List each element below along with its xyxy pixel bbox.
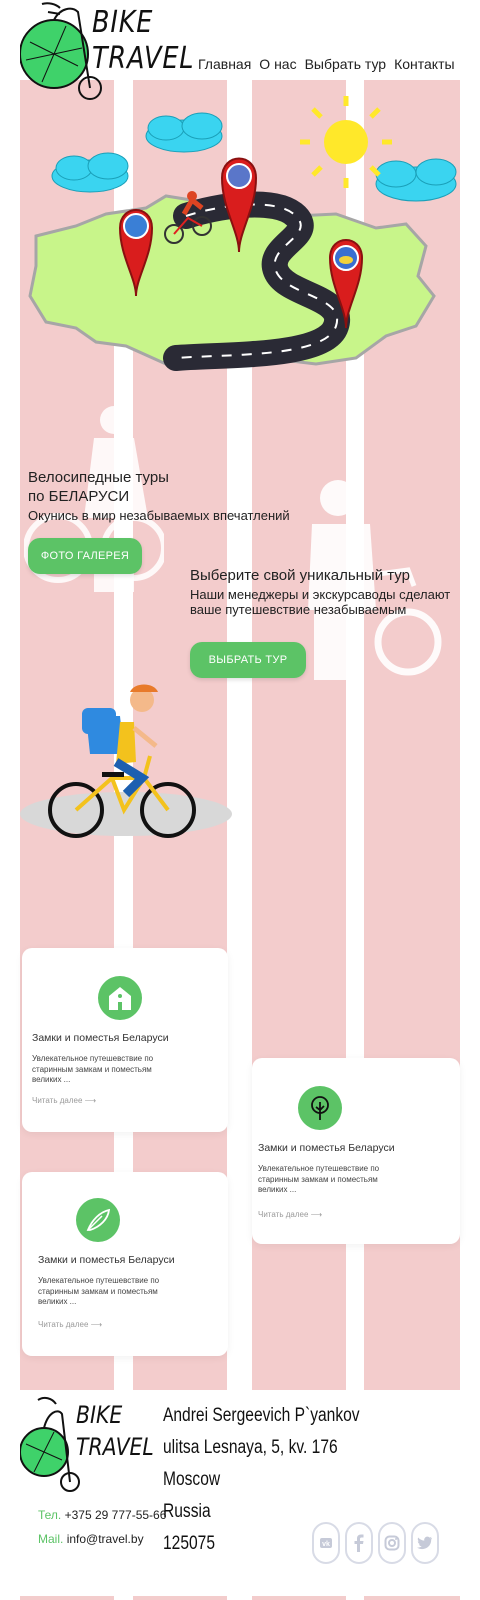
brand-line-2: TRAVEL bbox=[76, 1433, 154, 1461]
card-title: Замки и поместья Беларуси bbox=[38, 1254, 175, 1266]
tour-title: Выберите свой уникальный тур bbox=[190, 567, 410, 584]
tree-icon bbox=[298, 1086, 342, 1130]
header: BIKE TRAVEL Главная О нас Выбрать тур Ко… bbox=[0, 0, 480, 100]
footer-brand-name: BIKE TRAVEL bbox=[76, 1402, 154, 1460]
brand-line-1: BIKE bbox=[76, 1401, 123, 1429]
instagram-icon[interactable] bbox=[378, 1522, 406, 1564]
sun-icon bbox=[300, 96, 392, 188]
cloud-icon bbox=[375, 158, 457, 202]
card-text: Увлекательное путешевствие по старинным … bbox=[38, 1276, 160, 1306]
bottom-stripes bbox=[0, 1596, 480, 1600]
hero-intro: Велосипедные туры по БЕЛАРУСИ Окунись в … bbox=[28, 468, 318, 523]
read-more-link[interactable]: Читать далее ⟶ bbox=[32, 1096, 96, 1105]
phone-label: Тел. bbox=[38, 1508, 62, 1522]
feather-icon bbox=[76, 1198, 120, 1242]
address-city: Moscow bbox=[163, 1469, 221, 1490]
vk-icon[interactable]: vk bbox=[312, 1522, 340, 1564]
nav-contacts[interactable]: Контакты bbox=[394, 56, 454, 72]
read-more-link[interactable]: Читать далее ⟶ bbox=[258, 1210, 322, 1219]
nav-about[interactable]: О нас bbox=[259, 56, 296, 72]
card-title: Замки и поместья Беларуси bbox=[258, 1142, 395, 1154]
brand-line-2: TRAVEL bbox=[92, 41, 195, 76]
card-text: Увлекательное путешевствие по старинным … bbox=[258, 1164, 380, 1194]
tour-card[interactable]: Замки и поместья Беларуси Увлекательное … bbox=[22, 948, 228, 1132]
cloud-icon bbox=[51, 152, 129, 193]
facebook-icon[interactable] bbox=[345, 1522, 373, 1564]
footer-mail[interactable]: Mail. info@travel.by bbox=[38, 1532, 144, 1546]
choose-tour-button[interactable]: ВЫБРАТЬ ТУР bbox=[190, 642, 306, 678]
card-title: Замки и поместья Беларуси bbox=[32, 1032, 169, 1044]
photo-gallery-button[interactable]: ФОТО ГАЛЕРЕЯ bbox=[28, 538, 142, 574]
brand-name: BIKE TRAVEL bbox=[92, 8, 194, 74]
twitter-icon[interactable] bbox=[411, 1522, 439, 1564]
tour-card[interactable]: Замки и поместья Беларуси Увлекательное … bbox=[22, 1172, 228, 1356]
address-street: ulitsa Lesnaya, 5, kv. 176 bbox=[163, 1437, 338, 1458]
tour-subtitle: Наши менеджеры и экскурсаводы сделают ва… bbox=[190, 587, 451, 617]
hero-title-line-2: по БЕЛАРУСИ bbox=[28, 488, 130, 505]
footer-brand-logo[interactable]: BIKE TRAVEL bbox=[19, 1394, 154, 1492]
card-text: Увлекательное путешевствие по старинным … bbox=[32, 1054, 154, 1084]
brand-logo[interactable]: BIKE TRAVEL bbox=[19, 2, 193, 100]
footer-phone[interactable]: Тел. +375 29 777-55-66 bbox=[38, 1508, 166, 1522]
belarus-map-illustration bbox=[16, 96, 466, 396]
phone-value: +375 29 777-55-66 bbox=[64, 1508, 167, 1522]
nav-home[interactable]: Главная bbox=[198, 56, 251, 72]
address-name: Andrei Sergeevich P`yankov bbox=[163, 1405, 360, 1426]
brand-line-1: BIKE bbox=[92, 5, 154, 40]
main-nav: Главная О нас Выбрать тур Контакты bbox=[198, 56, 455, 72]
hero-title: Велосипедные туры по БЕЛАРУСИ bbox=[28, 468, 318, 506]
read-more-link[interactable]: Читать далее ⟶ bbox=[38, 1320, 102, 1329]
house-icon bbox=[98, 976, 142, 1020]
svg-text:vk: vk bbox=[322, 1541, 330, 1548]
cyclist-illustration bbox=[16, 682, 236, 852]
tour-card[interactable]: Замки и поместья Беларуси Увлекательное … bbox=[252, 1058, 460, 1244]
hero-subtitle: Окунись в мир незабываемых впечатлений bbox=[28, 508, 290, 523]
mail-value: info@travel.by bbox=[66, 1532, 144, 1546]
mail-label: Mail. bbox=[38, 1532, 64, 1546]
nav-choose-tour[interactable]: Выбрать тур bbox=[305, 56, 386, 72]
hero-title-line-1: Велосипедные туры bbox=[28, 469, 169, 486]
cloud-icon bbox=[145, 112, 223, 153]
tour-intro: Выберите свой уникальный тур Наши менедж… bbox=[190, 566, 460, 617]
